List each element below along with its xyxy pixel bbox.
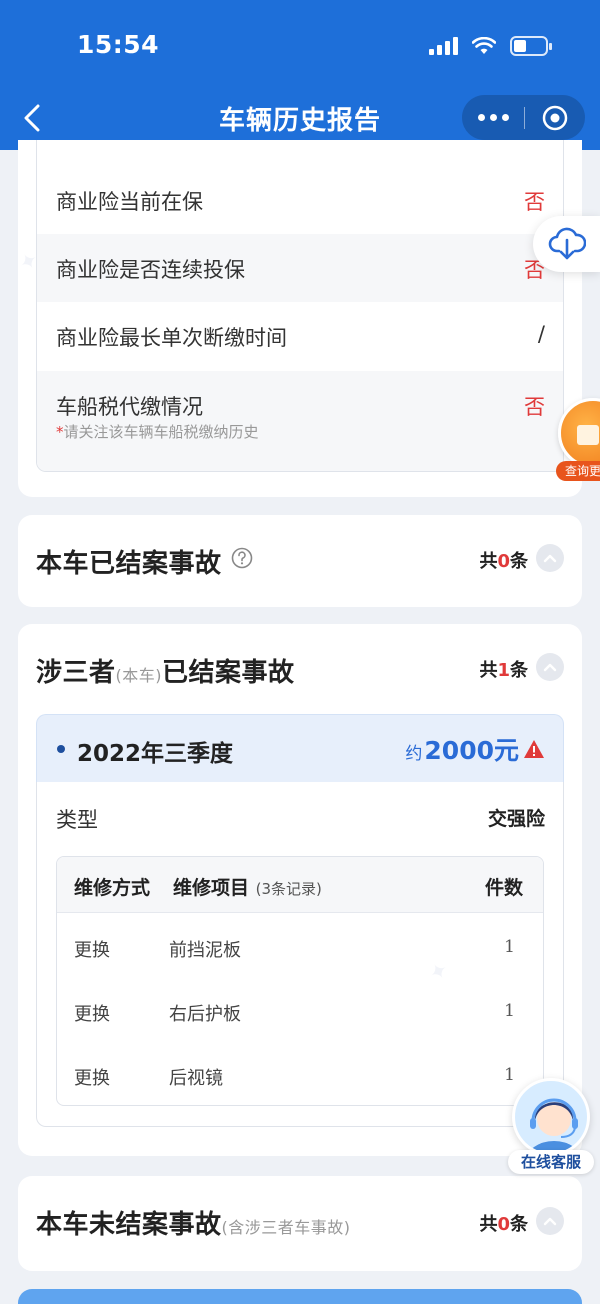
column-header-method: 维修方式 [74, 877, 151, 899]
collapse-toggle[interactable] [536, 1207, 564, 1235]
closed-accidents-title: 本车已结案事故 [36, 549, 222, 579]
target-circle-icon [542, 105, 568, 130]
insurance-value: / [537, 322, 545, 346]
insurance-label: 车船税代缴情况 [56, 395, 203, 419]
cellular-signal-icon [429, 37, 458, 55]
chevron-up-icon [543, 663, 557, 672]
repair-item: 后视镜 [169, 1068, 223, 1089]
accident-detail: 类型 交强险 维修方式 维修项目 (3条记录) 件数 更换 前挡泥板 1 更换 … [36, 782, 564, 1127]
repair-method: 更换 [74, 940, 110, 961]
accident-quarter-header[interactable]: 2022年三季度 约 2000元 [36, 714, 564, 782]
type-value: 交强险 [487, 808, 545, 830]
open-accidents-count: 共0条 [479, 1214, 528, 1235]
warning-icon [524, 740, 544, 758]
third-party-title: 涉三者(本车)已结案事故 [36, 658, 295, 688]
chevron-up-icon [543, 554, 557, 563]
status-icons [429, 36, 552, 56]
insurance-label: 商业险当前在保 [56, 190, 203, 214]
insurance-label: 商业险最长单次断缴时间 [56, 326, 287, 350]
status-time: 15:54 [77, 30, 160, 59]
collapse-toggle[interactable] [536, 653, 564, 681]
repair-method: 更换 [74, 1004, 110, 1025]
chevron-up-icon [543, 1217, 557, 1226]
query-more-label: 查询更多 [556, 461, 600, 481]
third-party-accidents-card: 涉三者(本车)已结案事故 共1条 2022年三季度 约 2000元 类型 交强险… [18, 624, 582, 1156]
insurance-row: 商业险是否连续投保 否 [37, 234, 563, 302]
insurance-value: 否 [524, 395, 545, 419]
insurance-row: 车船税代缴情况 否 *请关注该车辆车船税缴纳历史 [37, 371, 563, 471]
insurance-row: 商业险最长单次断缴时间 / [37, 302, 563, 370]
bullet-dot [57, 745, 65, 753]
third-party-count: 共1条 [479, 660, 528, 681]
collapse-toggle[interactable] [536, 544, 564, 572]
online-service-button[interactable]: 在线客服 [508, 1078, 594, 1174]
repair-qty: 1 [504, 937, 515, 957]
column-header-qty: 件数 [484, 877, 523, 899]
miniprogram-capsule [462, 95, 585, 140]
help-icon[interactable] [231, 547, 253, 569]
report-icon [558, 398, 600, 468]
next-section-banner [18, 1289, 582, 1304]
open-accidents-title: 本车未结案事故(含涉三者车事故) [36, 1210, 351, 1240]
column-header-item: 维修项目 (3条记录) [173, 877, 322, 899]
more-menu-button[interactable] [462, 95, 524, 140]
insurance-note-text: 请关注该车辆车船税缴纳历史 [63, 423, 259, 441]
closed-accidents-card[interactable]: 本车已结案事故 共0条 [18, 515, 582, 607]
battery-icon [510, 36, 552, 56]
online-service-label: 在线客服 [508, 1150, 594, 1174]
table-header: 维修方式 维修项目 (3条记录) 件数 [57, 857, 543, 913]
insurance-row: 商业险当前在保 否 [37, 166, 563, 234]
insurance-value: 否 [524, 190, 545, 214]
insurance-list: 商业险当前在保 否 商业险是否连续投保 否 商业险最长单次断缴时间 / 车船税代… [36, 140, 564, 472]
insurance-note: *请关注该车辆车船税缴纳历史 [56, 423, 259, 441]
accident-amount-value: 2000元 [424, 736, 519, 765]
cloud-download-icon [548, 227, 586, 260]
repair-method: 更换 [74, 1068, 110, 1089]
accident-amount: 约 2000元 [405, 731, 545, 767]
wifi-icon [472, 37, 496, 54]
repair-table: 维修方式 维修项目 (3条记录) 件数 更换 前挡泥板 1 更换 右后护板 1 … [56, 856, 544, 1106]
third-party-title-sub: (本车) [115, 666, 163, 685]
open-accidents-card[interactable]: 本车未结案事故(含涉三者车事故) 共0条 [18, 1176, 582, 1271]
close-miniprogram-button[interactable] [525, 105, 585, 131]
repair-item: 右后护板 [169, 1004, 241, 1025]
repair-qty: 1 [504, 1001, 515, 1021]
type-label: 类型 [56, 808, 98, 832]
app-header: 15:54 车辆历史报告 [0, 0, 600, 150]
open-accidents-title-sub: (含涉三者车事故) [221, 1218, 351, 1237]
customer-service-avatar-icon [512, 1078, 590, 1156]
download-report-button[interactable] [533, 216, 600, 272]
repair-item: 前挡泥板 [169, 940, 241, 961]
accident-quarter: 2022年三季度 [77, 741, 234, 767]
query-more-button[interactable]: 查询更多 [556, 398, 600, 483]
insurance-label: 商业险是否连续投保 [56, 258, 245, 282]
closed-accidents-count: 共0条 [479, 551, 528, 572]
insurance-card: 商业险当前在保 否 商业险是否连续投保 否 商业险最长单次断缴时间 / 车船税代… [18, 140, 582, 497]
